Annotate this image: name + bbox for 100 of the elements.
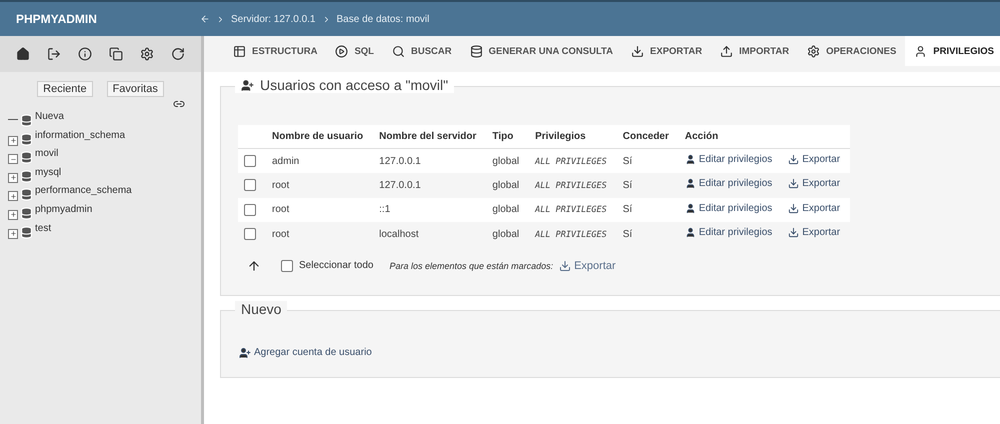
sidebar-button[interactable]: Reciente [37,81,93,97]
select-all-checkbox[interactable] [281,260,293,272]
database-tree-item[interactable]: test [35,222,52,234]
expand-toggle[interactable] [8,210,18,220]
database-tree-item[interactable]: phpmyadmin [35,204,92,215]
logout-icon[interactable] [47,47,62,61]
section-legend: Usuarios con acceso a "movil" [260,77,448,93]
user-icon [914,44,928,58]
chevron-icon [216,14,225,24]
with-selected-text: Para los elementos que están marcados: [390,260,554,270]
table-cell: root [266,222,374,246]
edit-privileges-link[interactable]: Editar privilegios [684,202,772,214]
nav-tab[interactable]: OPERACIONES [798,36,906,66]
nav-tab[interactable]: ESTRUCTURA [224,36,326,66]
table-cell: ALL PRIVILEGES [535,230,607,240]
user-icon [684,202,696,214]
export-link[interactable]: Exportar [788,227,840,238]
database-icon [470,44,483,58]
reload-icon[interactable] [170,47,185,61]
table-cell: global [486,148,530,173]
plus-icon [10,211,16,218]
download-icon [788,227,800,238]
collapse-toggle[interactable] [8,154,18,164]
database-tree-item[interactable]: movil [35,148,58,160]
section-legend: Nuevo [241,300,282,316]
table-cell: root [266,198,374,222]
nav-tab[interactable]: PRIVILEGIOS [905,36,1000,66]
table-cell: ::1 [373,198,486,222]
table-cell: Sí [616,148,679,173]
download-icon [559,260,572,272]
home-icon[interactable] [16,47,30,61]
database-icon [20,226,33,239]
database-tree-item[interactable]: information_schema [35,130,126,141]
database-tree-item[interactable]: performance_schema [35,185,132,196]
edit-privileges-link[interactable]: Editar privilegios [684,227,772,238]
sidebar-button[interactable]: Favoritas [106,81,164,97]
download-icon [788,154,800,165]
column-header: Privilegios [529,125,617,148]
link-icon[interactable] [173,98,185,110]
database-tree-item[interactable]: mysql [35,166,62,178]
settings-icon[interactable] [140,47,154,61]
breadcrumb-link[interactable]: Base de datos: movil [336,14,430,24]
add-user-icon [239,346,251,358]
column-header: Tipo [486,125,530,148]
column-header: Conceder [616,125,679,148]
table-cell: admin [266,148,374,173]
nav-tab[interactable]: BUSCAR [382,36,461,66]
add-user-link[interactable]: Agregar cuenta de usuario [221,316,372,376]
table-cell: Sí [616,173,679,198]
database-icon [20,132,33,146]
export-link[interactable]: Exportar [788,178,840,190]
add-user-icon [241,78,254,92]
plus-icon [10,192,16,200]
plus-icon [10,230,16,238]
database-icon [20,206,33,220]
upload-icon [720,44,734,58]
user-icon [684,227,696,238]
edit-privileges-link[interactable]: Editar privilegios [684,154,772,165]
expand-toggle[interactable] [8,136,18,146]
download-icon [788,178,800,190]
column-header: Nombre de usuario [266,125,374,148]
row-checkbox[interactable] [244,155,256,167]
nav-tab[interactable]: EXPORTAR [622,36,712,66]
database-tree-item[interactable]: Nueva [35,111,64,122]
table-cell: Sí [616,198,679,222]
expand-toggle[interactable] [8,172,18,183]
row-checkbox[interactable] [244,179,256,192]
table-cell: localhost [373,222,486,246]
table-cell: ALL PRIVILEGES [535,205,607,216]
expand-toggle[interactable] [8,191,18,202]
info-icon[interactable] [78,47,92,61]
table-cell: ALL PRIVILEGES [535,180,607,191]
breadcrumb-link[interactable]: Servidor: 127.0.0.1 [231,14,316,24]
bulk-export-link[interactable]: Exportar [559,260,616,272]
table-cell: global [486,222,530,246]
back-arrow-icon[interactable] [200,14,210,24]
nav-tab[interactable]: GENERAR UNA CONSULTA [460,36,622,66]
table-icon [233,44,246,58]
table-cell: 127.0.0.1 [373,173,486,198]
expand-toggle[interactable] [8,228,18,239]
app-logo[interactable]: PHPMYADMIN [0,12,200,26]
table-cell: global [486,173,530,198]
play-icon [335,44,348,58]
plus-icon [10,137,16,144]
column-header: Acción [678,125,782,148]
column-header: Nombre del servidor [373,125,486,148]
table-cell: root [266,173,374,198]
download-icon [631,44,644,58]
table-cell: global [486,198,530,222]
table-cell: 127.0.0.1 [373,148,486,173]
copy-icon[interactable] [108,47,123,61]
nav-tab[interactable]: IMPORTAR [711,36,798,66]
select-all-label[interactable]: Seleccionar todo [299,260,374,271]
export-link[interactable]: Exportar [788,202,840,214]
row-checkbox[interactable] [244,204,256,216]
database-icon [20,151,33,164]
nav-tab[interactable]: SQL [326,36,383,66]
export-link[interactable]: Exportar [788,154,840,165]
edit-privileges-link[interactable]: Editar privilegios [684,178,772,190]
row-checkbox[interactable] [244,228,256,240]
